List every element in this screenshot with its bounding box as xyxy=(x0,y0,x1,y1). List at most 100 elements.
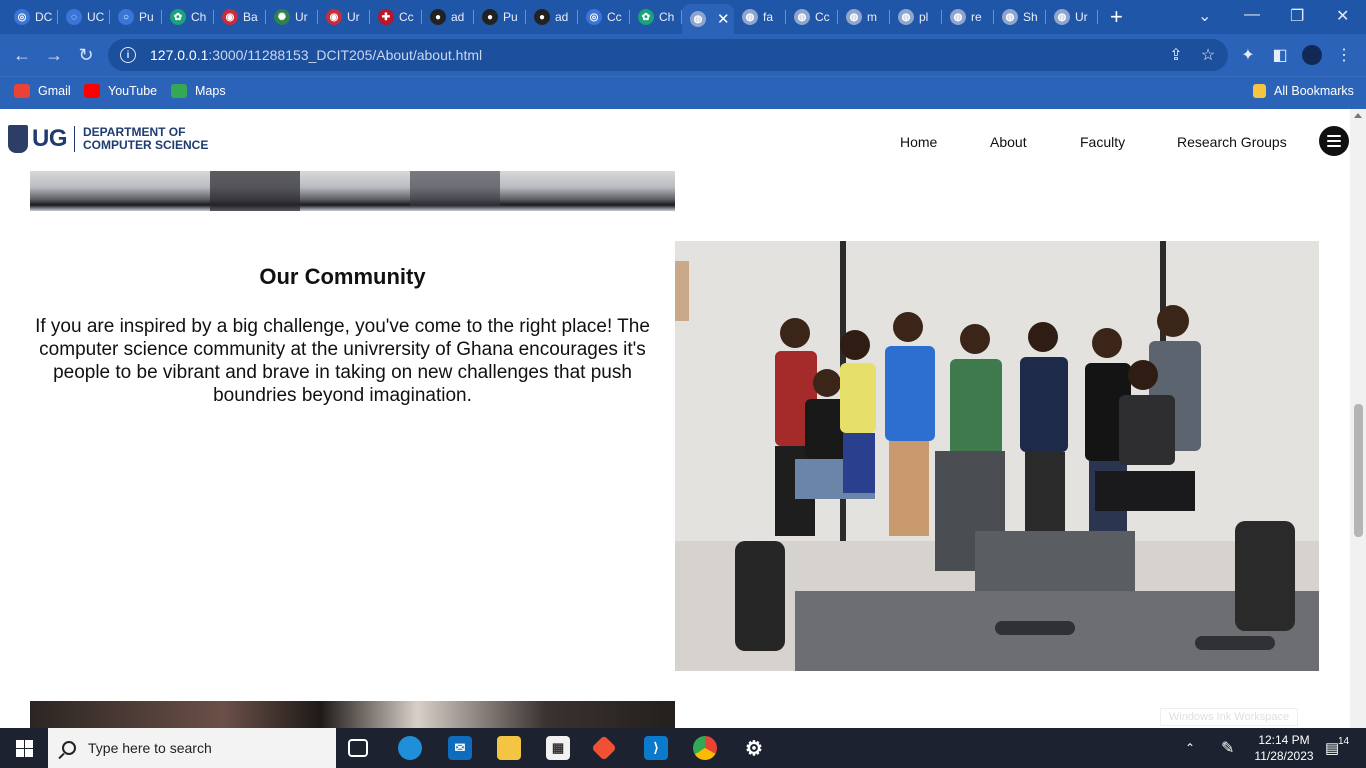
taskbar-search[interactable]: Type here to search xyxy=(48,728,336,768)
tab-favicon-icon: ◌ xyxy=(66,9,82,25)
mail-icon[interactable]: ✉ xyxy=(448,736,472,760)
menu-kebab-icon[interactable]: ⋮ xyxy=(1334,45,1354,65)
nav-about[interactable]: About xyxy=(990,134,1027,150)
tab-favicon-icon: ◍ xyxy=(1002,9,1018,25)
close-tab-icon[interactable]: ✕ xyxy=(717,10,730,28)
tray-overflow-icon[interactable]: ⌃ xyxy=(1185,728,1195,768)
url-text[interactable]: 127.0.0.1:3000/11288153_DCIT205/About/ab… xyxy=(150,47,482,63)
file-explorer-icon[interactable] xyxy=(497,736,521,760)
profile-avatar[interactable] xyxy=(1302,45,1322,65)
tab-favicon-icon: ◍ xyxy=(690,11,706,27)
browser-tab[interactable]: ○ Pu xyxy=(110,4,162,30)
ug-crest-icon xyxy=(8,125,28,153)
tab-favicon-icon: ○ xyxy=(118,9,134,25)
extensions-icon[interactable]: ✦ xyxy=(1238,45,1258,65)
tab-favicon-icon: ✿ xyxy=(170,9,186,25)
tab-search-icon[interactable]: ⌄ xyxy=(1198,6,1211,26)
chrome-icon[interactable] xyxy=(693,736,717,760)
tab-favicon-icon: ◉ xyxy=(222,9,238,25)
tab-favicon-icon: ● xyxy=(482,9,498,25)
community-group-photo xyxy=(675,241,1319,671)
task-view-icon[interactable] xyxy=(348,739,368,757)
browser-tab[interactable]: ◍ ✕ xyxy=(682,4,734,34)
folder-icon xyxy=(1253,84,1266,98)
bookmark-youtube[interactable]: YouTube xyxy=(84,84,157,98)
scroll-up-icon[interactable] xyxy=(1354,113,1362,118)
gmail-icon xyxy=(14,84,30,98)
browser-tab[interactable]: ◌ UC xyxy=(58,4,110,30)
restore-icon[interactable]: ❐ xyxy=(1290,6,1304,26)
community-paragraph: If you are inspired by a big challenge, … xyxy=(35,316,650,406)
tab-favicon-icon: ◎ xyxy=(586,9,602,25)
browser-tab[interactable]: ✿ Ch xyxy=(162,4,214,30)
ug-logo[interactable]: UG DEPARTMENT OF COMPUTER SCIENCE xyxy=(8,125,208,153)
tab-favicon-icon: ◍ xyxy=(950,9,966,25)
bookmark-maps[interactable]: Maps xyxy=(171,84,226,98)
maps-icon xyxy=(171,84,187,98)
tab-favicon-icon: ◍ xyxy=(794,9,810,25)
browser-tab[interactable]: ◍ Sh xyxy=(994,4,1046,30)
community-heading: Our Community xyxy=(259,264,426,289)
search-icon xyxy=(62,741,76,755)
tab-favicon-icon: ✚ xyxy=(378,9,394,25)
bookmark-gmail[interactable]: Gmail xyxy=(14,84,71,98)
browser-tab[interactable]: ✚ Cc xyxy=(370,4,422,30)
pen-workspace-icon[interactable]: ✎ xyxy=(1221,728,1234,768)
scrollbar-thumb[interactable] xyxy=(1354,404,1363,537)
tab-favicon-icon: ✺ xyxy=(274,9,290,25)
tab-favicon-icon: ◉ xyxy=(326,9,342,25)
settings-gear-icon[interactable]: ⚙ xyxy=(742,736,766,760)
new-tab-button[interactable]: + xyxy=(1110,6,1123,28)
site-info-icon[interactable]: i xyxy=(120,47,136,63)
browser-tab[interactable]: ◍ fa xyxy=(734,4,786,30)
browser-tab[interactable]: ✺ Ur xyxy=(266,4,318,30)
forward-icon[interactable]: → xyxy=(42,43,66,67)
browser-tab[interactable]: ◍ m xyxy=(838,4,890,30)
browser-tab[interactable]: ◉ Ba xyxy=(214,4,266,30)
browser-tab[interactable]: ◎ DC xyxy=(6,4,58,30)
tab-favicon-icon: ◍ xyxy=(742,9,758,25)
reload-icon[interactable]: ↻ xyxy=(74,43,98,67)
browser-tab[interactable]: ◍ re xyxy=(942,4,994,30)
browser-tab[interactable]: ◍ pl xyxy=(890,4,942,30)
nav-home[interactable]: Home xyxy=(900,134,937,150)
browser-tab[interactable]: ◍ Ur xyxy=(1046,4,1098,30)
browser-tab[interactable]: ◎ Cc xyxy=(578,4,630,30)
vscode-icon[interactable]: ⟩ xyxy=(644,736,668,760)
browser-tab[interactable]: ◉ Ur xyxy=(318,4,370,30)
back-icon[interactable]: ← xyxy=(10,43,34,67)
tab-favicon-icon: ● xyxy=(534,9,550,25)
all-bookmarks-button[interactable]: All Bookmarks xyxy=(1253,84,1354,98)
bookmark-star-icon[interactable]: ☆ xyxy=(1198,45,1218,65)
tab-favicon-icon: ● xyxy=(430,9,446,25)
nav-faculty[interactable]: Faculty xyxy=(1080,134,1125,150)
minimize-icon[interactable]: — xyxy=(1244,6,1260,24)
browser-tab[interactable]: ● ad xyxy=(526,4,578,30)
browser-tab[interactable]: ◍ Cc xyxy=(786,4,838,30)
dept-name-line2: COMPUTER SCIENCE xyxy=(83,138,209,152)
hamburger-menu-icon[interactable] xyxy=(1319,126,1349,156)
store-icon[interactable]: ▦ xyxy=(546,736,570,760)
system-clock[interactable]: 12:14 PM 11/28/2023 xyxy=(1252,732,1316,764)
tab-favicon-icon: ◍ xyxy=(1054,9,1070,25)
nav-research-groups[interactable]: Research Groups xyxy=(1177,134,1287,150)
browser-tab[interactable]: ● ad xyxy=(422,4,474,30)
close-window-icon[interactable]: ✕ xyxy=(1336,6,1349,26)
git-icon[interactable] xyxy=(591,735,617,761)
ink-workspace-watermark: Windows Ink Workspace xyxy=(1160,708,1298,726)
windows-logo-icon xyxy=(15,739,33,757)
browser-tab[interactable]: ● Pu xyxy=(474,4,526,30)
group-photo-illustration xyxy=(675,241,1319,671)
notification-count: 14 xyxy=(1338,736,1350,747)
address-bar[interactable]: i 127.0.0.1:3000/11288153_DCIT205/About/… xyxy=(108,39,1228,71)
side-panel-icon[interactable]: ◧ xyxy=(1270,45,1290,65)
start-button[interactable] xyxy=(0,728,48,768)
browser-toolbar: ← → ↻ i 127.0.0.1:3000/11288153_DCIT205/… xyxy=(0,34,1366,76)
share-icon[interactable]: ⇪ xyxy=(1166,45,1186,65)
tab-favicon-icon: ✿ xyxy=(638,9,654,25)
page-scrollbar[interactable] xyxy=(1350,109,1366,728)
browser-tab[interactable]: ✿ Ch xyxy=(630,4,682,30)
edge-icon[interactable] xyxy=(398,736,422,760)
notifications-icon[interactable]: ▤ xyxy=(1325,728,1339,768)
previous-section-image xyxy=(30,171,675,211)
